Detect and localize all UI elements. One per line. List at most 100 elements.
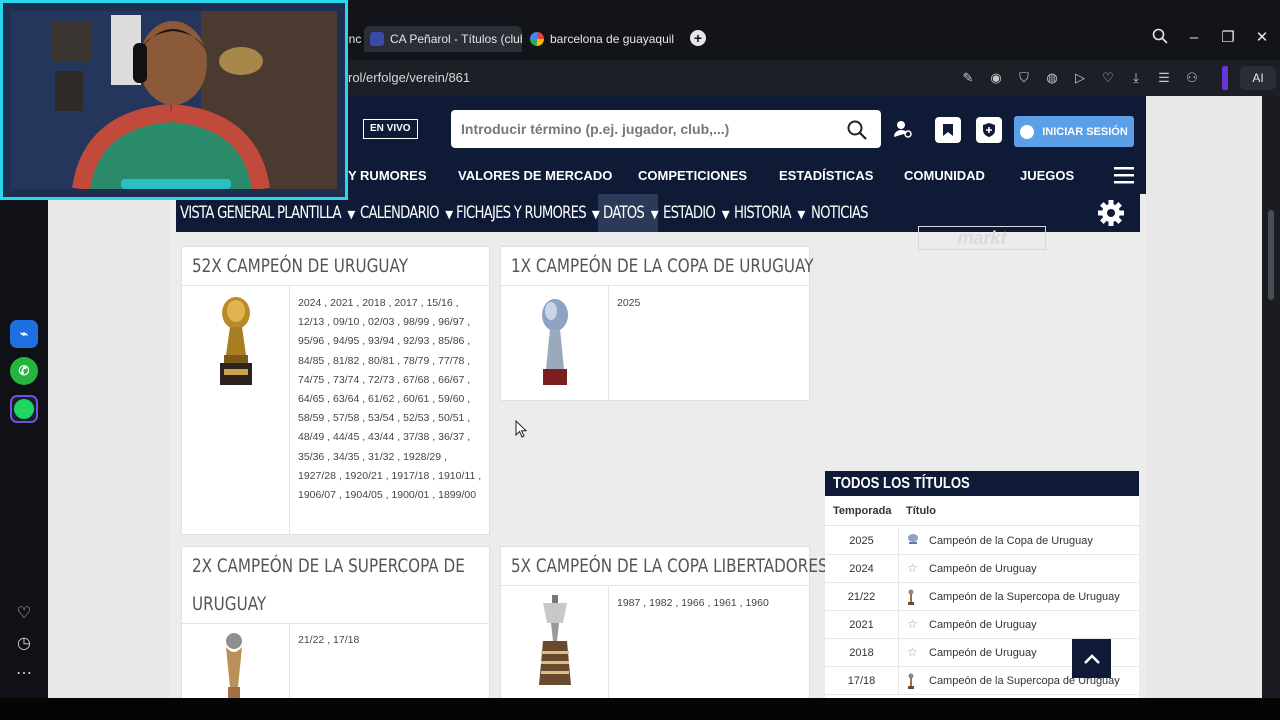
trophy-uruguay-icon	[212, 295, 260, 396]
tab-fichajes[interactable]: FICHAJES Y RUMORES ▼	[456, 194, 600, 232]
gear-icon[interactable]	[1096, 198, 1126, 228]
nav-estadisticas[interactable]: ESTADÍSTICAS	[779, 168, 904, 183]
new-tab-button[interactable]: +	[690, 30, 706, 46]
card-divider	[608, 285, 609, 400]
tab-calendario[interactable]: CALENDARIO ▼	[360, 194, 453, 232]
whatsapp-icon[interactable]: ✆	[10, 357, 38, 385]
nav-comunidad[interactable]: COMUNIDAD	[904, 168, 1020, 183]
title-cell[interactable]: Campeón de Uruguay	[929, 563, 1037, 575]
title-card-copa-uruguay: 1X CAMPEÓN DE LA COPA DE URUGUAY 2025	[500, 246, 814, 401]
star-icon: ☆	[907, 645, 918, 659]
star-icon: ☆	[907, 561, 918, 575]
search-box[interactable]	[451, 110, 881, 148]
years-list: 1987 , 1982 , 1966 , 1961 , 1960	[617, 597, 769, 609]
vpn-globe-icon[interactable]: ◍	[1042, 68, 1062, 88]
favorites-heart-icon[interactable]: ♡	[12, 602, 36, 626]
transfermarkt-favicon-icon	[370, 32, 384, 46]
transfermarkt-logo: markt	[918, 226, 1046, 250]
shield-icon[interactable]: ⛉	[1014, 68, 1034, 88]
play-icon[interactable]: ▷	[1070, 68, 1090, 88]
scrollbar[interactable]	[1262, 96, 1280, 698]
mouse-cursor-icon	[515, 419, 528, 438]
tab-penarol[interactable]: CA Peñarol - Títulos (club	[364, 26, 522, 52]
card-divider	[289, 285, 290, 534]
search-icon[interactable]	[846, 119, 868, 141]
close-icon[interactable]: ✕	[1252, 28, 1272, 48]
title-cell[interactable]: Campeón de la Copa de Uruguay	[929, 535, 1093, 547]
chevron-down-icon: ▼	[592, 208, 600, 221]
sidebar-toggle-icon[interactable]	[1222, 66, 1228, 90]
table-row: 2021 ☆ Campeón de Uruguay	[825, 611, 1139, 639]
nav-valores[interactable]: VALORES DE MERCADO	[458, 168, 638, 183]
spotify-icon[interactable]	[10, 395, 38, 423]
bookmark-icon[interactable]	[935, 117, 961, 143]
tab-historia[interactable]: HISTORIA ▼	[734, 194, 805, 232]
trophy-icon	[907, 589, 917, 605]
profile-icon[interactable]: ⚇	[1182, 68, 1202, 88]
years-list: 21/22 , 17/18	[298, 634, 360, 646]
column-header-title[interactable]: Título	[906, 505, 936, 517]
card-divider	[289, 623, 290, 698]
settings-sliders-icon[interactable]: ☰	[1154, 68, 1174, 88]
login-label: INICIAR SESIÓN	[1042, 125, 1128, 138]
years-list: 2024 , 2021 , 2018 , 2017 , 15/16 , 12/1…	[298, 297, 482, 502]
tab-noticias[interactable]: NOTICIAS	[811, 194, 869, 232]
menu-icon[interactable]	[1113, 164, 1135, 186]
table-row: 2024 ☆ Campeón de Uruguay	[825, 555, 1139, 583]
years-list: 2025	[617, 297, 641, 309]
table-header: Temporada Título	[825, 496, 1139, 526]
search-input[interactable]	[461, 119, 841, 139]
card-divider	[182, 285, 489, 286]
table-row: 2025 Campeón de la Copa de Uruguay	[825, 527, 1139, 555]
scrollbar-thumb[interactable]	[1268, 210, 1274, 300]
player-search-icon[interactable]	[892, 119, 914, 141]
url-text[interactable]: rol/erfolge/verein/861	[348, 70, 470, 85]
messenger-icon[interactable]: ⌁	[10, 320, 38, 348]
title-cell[interactable]: Campeón de Uruguay	[929, 647, 1037, 659]
more-icon[interactable]: ⋯	[12, 662, 36, 686]
ai-button[interactable]: AI	[1240, 66, 1276, 90]
column-header-season[interactable]: Temporada	[833, 505, 891, 517]
tab-label: barcelona de guayaquil es	[550, 32, 678, 46]
minimize-icon[interactable]: –	[1184, 28, 1204, 48]
copa-icon	[907, 533, 918, 547]
title-cell[interactable]: Campeón de la Supercopa de Uruguay	[929, 591, 1120, 603]
shield-plus-icon[interactable]	[976, 117, 1002, 143]
tab-datos[interactable]: DATOS ▼	[603, 194, 659, 232]
card-divider	[501, 585, 809, 586]
title-card-uruguay: 52X CAMPEÓN DE URUGUAY 2024 , 2021 , 201…	[181, 246, 490, 535]
camera-icon[interactable]: ◉	[986, 68, 1006, 88]
live-badge[interactable]: EN VIVO	[363, 119, 418, 139]
tab-partial[interactable]: inc	[346, 26, 362, 52]
edit-icon[interactable]: ✎	[958, 68, 978, 88]
main-nav: Y RUMORES VALORES DE MERCADO COMPETICION…	[348, 156, 1146, 194]
card-divider	[608, 585, 609, 698]
title-card-libertadores: 5X CAMPEÓN DE LA COPA LIBERTADORES 1987 …	[500, 546, 828, 698]
tab-estadio[interactable]: ESTADIO ▼	[663, 194, 729, 232]
nav-juegos[interactable]: JUEGOS	[1020, 168, 1074, 183]
table-row: 21/22 Campeón de la Supercopa de Uruguay	[825, 583, 1139, 611]
trophy-icon	[907, 673, 917, 689]
season-cell: 21/22	[847, 591, 876, 603]
heart-icon[interactable]: ♡	[1098, 68, 1118, 88]
title-cell[interactable]: Campeón de Uruguay	[929, 619, 1037, 631]
nav-rumores[interactable]: Y RUMORES	[348, 168, 458, 183]
download-icon[interactable]: ⤓	[1126, 68, 1146, 88]
bottom-bar	[0, 698, 1280, 720]
card-title: 5X CAMPEÓN DE LA COPA LIBERTADORES	[511, 555, 828, 577]
trophy-copa-uruguay-icon	[537, 295, 573, 396]
webcam-overlay	[0, 0, 348, 200]
scroll-to-top-button[interactable]	[1072, 639, 1111, 678]
nav-competiciones[interactable]: COMPETICIONES	[638, 168, 779, 183]
card-divider	[501, 285, 809, 286]
tab-barcelona[interactable]: barcelona de guayaquil es	[528, 26, 678, 52]
chevron-down-icon: ▼	[797, 208, 805, 221]
chevron-down-icon: ▼	[347, 208, 355, 221]
restore-icon[interactable]: ❐	[1218, 28, 1238, 48]
login-button[interactable]: INICIAR SESIÓN	[1014, 116, 1134, 147]
search-tabs-icon[interactable]	[1150, 28, 1170, 48]
star-icon: ☆	[907, 617, 918, 631]
history-clock-icon[interactable]: ◷	[12, 632, 36, 656]
chevron-down-icon: ▼	[445, 208, 453, 221]
card-title: 52X CAMPEÓN DE URUGUAY	[192, 255, 409, 277]
